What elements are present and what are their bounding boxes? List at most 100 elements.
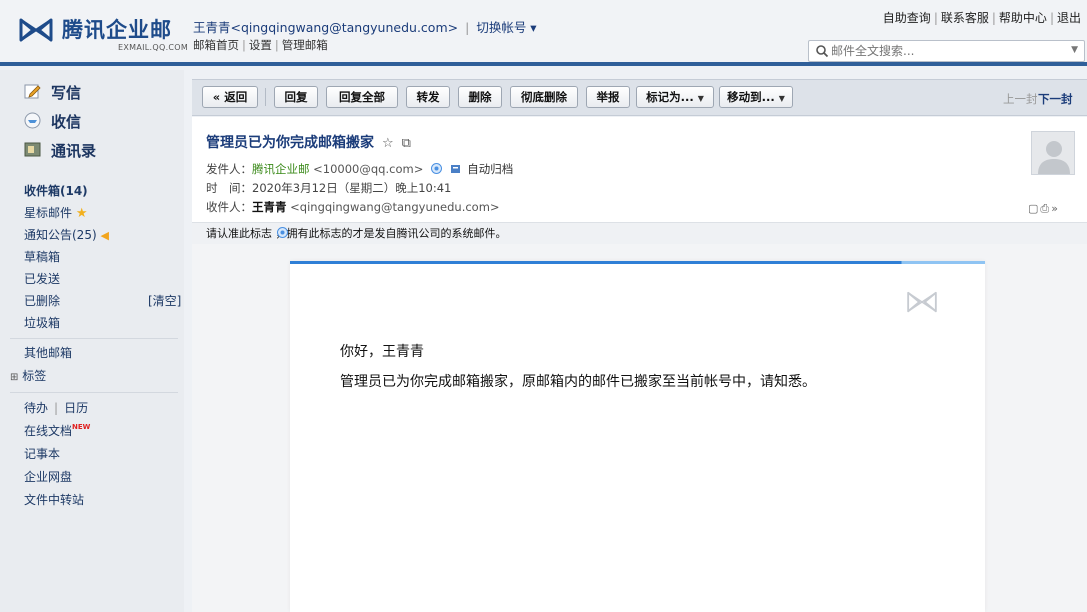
prev-mail-link[interactable]: 上一封 bbox=[1003, 91, 1038, 107]
self-service-link[interactable]: 自助查询 bbox=[883, 11, 931, 25]
auto-archive-link[interactable]: 自动归档 bbox=[467, 162, 513, 176]
notepad-link[interactable]: 记事本 bbox=[24, 445, 60, 462]
tags-label: 标签 bbox=[22, 369, 47, 383]
compose-label: 写信 bbox=[51, 84, 82, 102]
time-row: 时 间：2020年3月12日（星期二）晚上10:41 bbox=[206, 180, 451, 196]
todo-link[interactable]: 待办 bbox=[24, 401, 48, 415]
search-box[interactable]: ▼ bbox=[808, 40, 1085, 62]
reply-all-button[interactable]: 回复全部 bbox=[326, 86, 398, 108]
from-label: 发件人： bbox=[206, 162, 252, 176]
tags-toggle[interactable]: ⊞ 标签 bbox=[10, 367, 46, 384]
reply-button[interactable]: 回复 bbox=[274, 86, 318, 108]
folder-notices[interactable]: 通知公告(25) ◀ bbox=[24, 226, 109, 243]
user-display: 王青青<qingqingwang@tangyunedu.com> bbox=[193, 20, 459, 35]
receive-button[interactable]: 收信 bbox=[24, 111, 81, 133]
file-transfer-link[interactable]: 文件中转站 bbox=[24, 491, 84, 508]
mail-subject-text: 管理员已为你完成邮箱搬家 bbox=[206, 135, 374, 151]
next-mail-link[interactable]: 下一封 bbox=[1038, 91, 1073, 107]
back-button[interactable]: « 返回 bbox=[202, 86, 258, 108]
star-outline-icon[interactable]: ☆ bbox=[382, 136, 394, 151]
archive-icon bbox=[450, 165, 460, 173]
time-label: 时 间： bbox=[206, 181, 252, 195]
settings-link[interactable]: 设置 bbox=[249, 38, 272, 52]
open-new-window-icon[interactable]: ⧉ bbox=[402, 136, 411, 151]
online-docs-link[interactable]: 在线文档NEW bbox=[24, 422, 90, 439]
sender-name[interactable]: 腾讯企业邮 bbox=[252, 162, 310, 176]
forward-button[interactable]: 转发 bbox=[406, 86, 450, 108]
search-icon bbox=[816, 45, 829, 58]
logo-subtext: EXMAIL.QQ.COM bbox=[118, 43, 189, 52]
logout-link[interactable]: 退出 bbox=[1057, 11, 1081, 25]
manage-mailbox-link[interactable]: 管理邮箱 bbox=[282, 38, 328, 52]
expand-icon[interactable]: » bbox=[1051, 202, 1060, 215]
contacts-icon bbox=[24, 142, 41, 157]
folder-inbox[interactable]: 收件箱(14) bbox=[24, 182, 88, 199]
mailbox-home-link[interactable]: 邮箱首页 bbox=[193, 38, 239, 52]
sender-address: <10000@qq.com> bbox=[313, 162, 424, 176]
to-label: 收件人： bbox=[206, 200, 252, 214]
tools-row-todo-calendar: 待办 | 日历 bbox=[24, 401, 89, 415]
switch-account-link[interactable]: 切换帐号 ▾ bbox=[476, 20, 536, 35]
user-identity: 王青青<qingqingwang@tangyunedu.com> | 切换帐号 ▾ bbox=[193, 20, 537, 35]
folder-starred[interactable]: 星标邮件 ★ bbox=[24, 204, 88, 221]
move-to-dropdown[interactable]: 移动到... ▼ bbox=[719, 86, 793, 108]
clear-deleted-link[interactable]: [清空] bbox=[148, 292, 181, 309]
folder-deleted[interactable]: 已删除 bbox=[24, 292, 60, 309]
verified-badge-icon bbox=[430, 163, 442, 174]
card-accent-bar bbox=[290, 261, 985, 264]
sidebar-divider bbox=[10, 338, 178, 339]
enterprise-disk-link[interactable]: 企业网盘 bbox=[24, 468, 72, 485]
chevron-down-icon: ▼ bbox=[697, 94, 704, 103]
calendar-link[interactable]: 日历 bbox=[64, 401, 88, 415]
window-icon[interactable]: ▢ bbox=[1028, 202, 1040, 215]
folder-notices-label: 通知公告(25) bbox=[24, 228, 97, 242]
security-notice: 请认准此标志 ，拥有此标志的才是发自腾讯公司的系统邮件。 bbox=[192, 222, 1087, 244]
search-dropdown-icon[interactable]: ▼ bbox=[1071, 45, 1078, 55]
sender-row: 发件人：腾讯企业邮 <10000@qq.com> 自动归档 bbox=[206, 161, 513, 177]
mark-as-dropdown[interactable]: 标记为... ▼ bbox=[636, 86, 714, 108]
move-to-label: 移动到... bbox=[727, 90, 775, 104]
recipient-name[interactable]: 王青青 bbox=[252, 200, 287, 214]
mail-view-icons: ▢⎙» bbox=[1028, 202, 1060, 216]
contact-support-link[interactable]: 联系客服 bbox=[941, 11, 989, 25]
folder-junk[interactable]: 垃圾箱 bbox=[24, 314, 60, 331]
folder-sent[interactable]: 已发送 bbox=[24, 270, 60, 287]
new-badge: NEW bbox=[72, 423, 91, 431]
tencent-mail-logo-icon bbox=[19, 18, 53, 42]
compose-button[interactable]: 写信 bbox=[24, 82, 81, 104]
toolbar-separator bbox=[265, 88, 266, 106]
online-docs-label: 在线文档 bbox=[24, 424, 73, 438]
receive-label: 收信 bbox=[51, 113, 82, 131]
sidebar: 写信 收信 通讯录 收件箱(14) 星标邮件 ★ 通知公告(25) ◀ 草稿箱 … bbox=[0, 70, 184, 612]
print-icon[interactable]: ⎙ bbox=[1040, 202, 1051, 215]
user-links: 邮箱首页 | 设置 | 管理邮箱 bbox=[193, 38, 328, 52]
verified-badge-icon bbox=[277, 227, 288, 238]
folder-drafts[interactable]: 草稿箱 bbox=[24, 248, 60, 265]
top-links: 自助查询 | 联系客服 | 帮助中心 | 退出 bbox=[882, 11, 1081, 25]
help-center-link[interactable]: 帮助中心 bbox=[999, 11, 1047, 25]
contacts-label: 通讯录 bbox=[51, 142, 97, 160]
sidebar-divider bbox=[10, 392, 178, 393]
mail-body-area: 你好，王青青 管理员已为你完成邮箱搬家，原邮箱内的邮件已搬家至当前帐号中，请知悉… bbox=[192, 244, 1087, 612]
star-icon: ★ bbox=[75, 206, 88, 221]
delete-permanently-button[interactable]: 彻底删除 bbox=[510, 86, 578, 108]
logo[interactable]: 腾讯企业邮 EXMAIL.QQ.COM bbox=[18, 14, 188, 54]
search-input[interactable] bbox=[831, 43, 1061, 59]
recipient-row: 收件人：王青青 <qingqingwang@tangyunedu.com> bbox=[206, 199, 500, 215]
other-mailbox-link[interactable]: 其他邮箱 bbox=[24, 344, 72, 361]
mark-as-label: 标记为... bbox=[646, 90, 694, 104]
folder-starred-label: 星标邮件 bbox=[24, 206, 73, 220]
contacts-button[interactable]: 通讯录 bbox=[24, 140, 96, 162]
avatar-placeholder-icon bbox=[1038, 141, 1070, 174]
mail-toolbar: « 返回 回复 回复全部 转发 删除 彻底删除 举报 标记为... ▼ 移动到..… bbox=[192, 79, 1087, 116]
mail-subject: 管理员已为你完成邮箱搬家 ☆ ⧉ bbox=[206, 132, 411, 152]
report-button[interactable]: 举报 bbox=[586, 86, 630, 108]
avatar bbox=[1031, 131, 1075, 175]
speaker-icon: ◀ bbox=[100, 229, 109, 242]
compose-icon bbox=[24, 84, 41, 99]
mail-content-card: 你好，王青青 管理员已为你完成邮箱搬家，原邮箱内的邮件已搬家至当前帐号中，请知悉… bbox=[290, 261, 985, 612]
recipient-address: <qingqingwang@tangyunedu.com> bbox=[290, 200, 500, 214]
tencent-mail-logo-icon bbox=[907, 291, 937, 313]
delete-button[interactable]: 删除 bbox=[458, 86, 502, 108]
chevron-down-icon: ▼ bbox=[778, 94, 785, 103]
